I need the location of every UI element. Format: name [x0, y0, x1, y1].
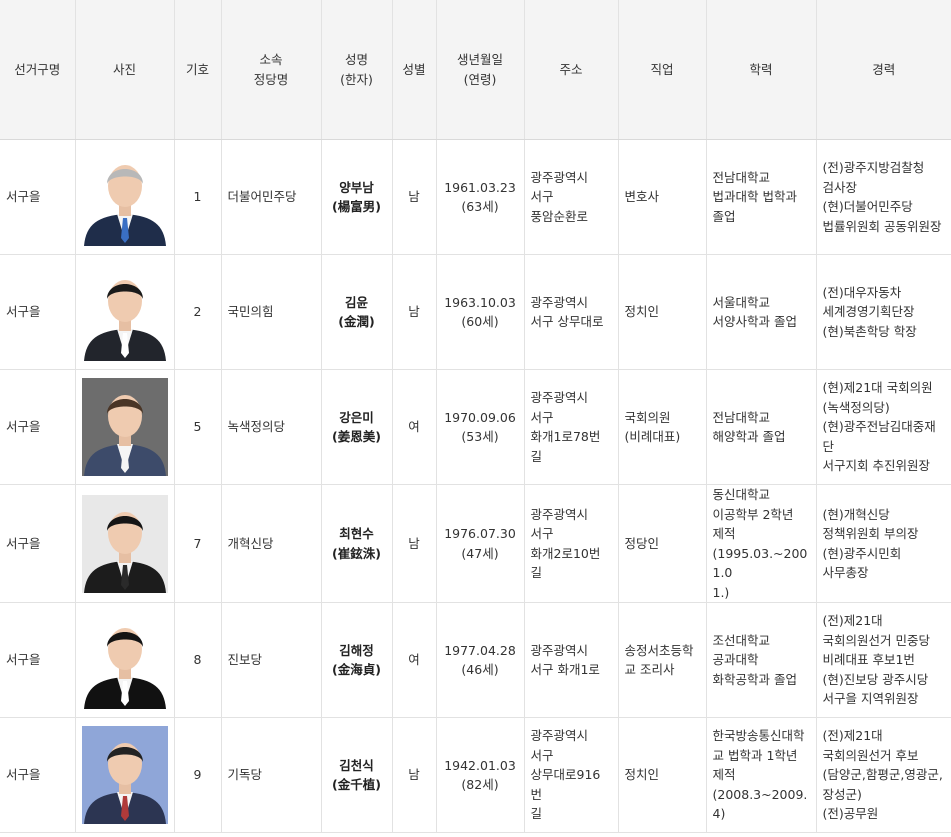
- gender-cell: 남: [392, 484, 437, 603]
- address-cell: 광주광역시 서구 화개1로: [524, 602, 619, 718]
- district-cell: 서구을: [0, 484, 76, 603]
- number-cell: 8: [174, 602, 222, 718]
- job-cell: 정당인: [618, 484, 707, 603]
- district-cell: 서구을: [0, 369, 76, 485]
- job-cell: 정치인: [618, 254, 707, 370]
- number-cell: 7: [174, 484, 222, 603]
- candidate-row: 서구을 1 더불어민주당 양부남 (楊富男) 남 1961.03.23 (63세…: [0, 139, 951, 255]
- education-cell: 서울대학교 서양사학과 졸업: [706, 254, 817, 370]
- photo-cell: [75, 139, 175, 255]
- district-cell: 서구을: [0, 254, 76, 370]
- party-cell: 더불어민주당: [221, 139, 322, 255]
- career-cell: (전)대우자동차 세계경영기획단장 (현)북촌학당 학장: [816, 254, 951, 370]
- header-birth: 생년월일 (연령): [436, 0, 525, 140]
- name-cell: 김해정 (金海貞): [321, 602, 393, 718]
- header-gender: 성별: [392, 0, 437, 140]
- education-cell: 조선대학교 공과대학 화학공학과 졸업: [706, 602, 817, 718]
- career-cell: (현)개혁신당 정책위원회 부의장 (현)광주시민회 사무총장: [816, 484, 951, 603]
- candidate-photo[interactable]: [81, 378, 168, 476]
- candidate-row: 서구을 2 국민의힘 김윤 (金潤) 남 1963.10.03 (60세) 광주…: [0, 254, 951, 370]
- name-cell: 김윤 (金潤): [321, 254, 393, 370]
- name-cell: 강은미 (姜恩美): [321, 369, 393, 485]
- portrait-image: [81, 611, 168, 709]
- district-cell: 서구을: [0, 602, 76, 718]
- header-photo: 사진: [75, 0, 175, 140]
- birth-cell: 1970.09.06 (53세): [436, 369, 525, 485]
- career-cell: (현)제21대 국회의원 (녹색정의당) (현)광주전남김대중재단 서구지회 추…: [816, 369, 951, 485]
- party-cell: 기독당: [221, 717, 322, 833]
- birth-cell: 1963.10.03 (60세): [436, 254, 525, 370]
- header-address: 주소: [524, 0, 619, 140]
- header-district: 선거구명: [0, 0, 76, 140]
- birth-cell: 1977.04.28 (46세): [436, 602, 525, 718]
- birth-cell: 1976.07.30 (47세): [436, 484, 525, 603]
- portrait-image: [81, 726, 168, 824]
- birth-cell: 1942.01.03 (82세): [436, 717, 525, 833]
- education-cell: 한국방송통신대학 교 법학과 1학년 제적 (2008.3~2009.4): [706, 717, 817, 833]
- name-cell: 최현수 (崔鉉洙): [321, 484, 393, 603]
- career-cell: (전)제21대 국회의원선거 민중당 비례대표 후보1번 (현)진보당 광주시당…: [816, 602, 951, 718]
- candidate-photo[interactable]: [81, 726, 168, 824]
- gender-cell: 여: [392, 369, 437, 485]
- gender-cell: 남: [392, 717, 437, 833]
- candidate-photo[interactable]: [81, 148, 168, 246]
- candidate-photo[interactable]: [81, 263, 168, 361]
- portrait-image: [81, 378, 168, 476]
- party-cell: 국민의힘: [221, 254, 322, 370]
- job-cell: 송정서초등학 교 조리사: [618, 602, 707, 718]
- address-cell: 광주광역시 서구 풍암순환로: [524, 139, 619, 255]
- job-cell: 국회의원 (비례대표): [618, 369, 707, 485]
- name-cell: 양부남 (楊富男): [321, 139, 393, 255]
- header-row: 선거구명 사진 기호 소속 정당명 성명 (한자) 성별 생년월일 (연령) 주…: [0, 0, 951, 140]
- party-cell: 개혁신당: [221, 484, 322, 603]
- gender-cell: 남: [392, 254, 437, 370]
- candidate-row: 서구을 7 개혁신당 최현수 (崔鉉洙) 남 1976.07.30 (47세) …: [0, 484, 951, 603]
- education-cell: 전남대학교 법과대학 법학과 졸업: [706, 139, 817, 255]
- header-name: 성명 (한자): [321, 0, 393, 140]
- party-cell: 녹색정의당: [221, 369, 322, 485]
- portrait-image: [81, 494, 168, 593]
- district-cell: 서구을: [0, 717, 76, 833]
- number-cell: 5: [174, 369, 222, 485]
- candidate-row: 서구을 9 기독당 김천식 (金千植) 남 1942.01.03 (82세) 광…: [0, 717, 951, 833]
- gender-cell: 여: [392, 602, 437, 718]
- job-cell: 정치인: [618, 717, 707, 833]
- header-career: 경력: [816, 0, 951, 140]
- career-cell: (전)광주지방검찰청 검사장 (현)더불어민주당 법률위원회 공동위원장: [816, 139, 951, 255]
- candidate-row: 서구을 8 진보당 김해정 (金海貞) 여 1977.04.28 (46세) 광…: [0, 602, 951, 718]
- number-cell: 1: [174, 139, 222, 255]
- photo-cell: [75, 254, 175, 370]
- party-cell: 진보당: [221, 602, 322, 718]
- photo-cell: [75, 484, 175, 603]
- birth-cell: 1961.03.23 (63세): [436, 139, 525, 255]
- header-education: 학력: [706, 0, 817, 140]
- education-cell: 전남대학교 해양학과 졸업: [706, 369, 817, 485]
- address-cell: 광주광역시 서구 화개1로78번길: [524, 369, 619, 485]
- address-cell: 광주광역시 서구 상무대로916번 길: [524, 717, 619, 833]
- header-number: 기호: [174, 0, 222, 140]
- gender-cell: 남: [392, 139, 437, 255]
- candidate-photo[interactable]: [81, 611, 168, 709]
- header-job: 직업: [618, 0, 707, 140]
- education-cell: 동신대학교 이공학부 2학년 제적 (1995.03.~2001.0 1.): [706, 484, 817, 603]
- candidate-photo[interactable]: [81, 494, 168, 593]
- candidate-row: 서구을 5 녹색정의당 강은미 (姜恩美) 여 1970.09.06 (53세)…: [0, 369, 951, 485]
- header-party: 소속 정당명: [221, 0, 322, 140]
- address-cell: 광주광역시 서구 화개2로10번길: [524, 484, 619, 603]
- portrait-image: [81, 148, 168, 246]
- number-cell: 2: [174, 254, 222, 370]
- portrait-image: [81, 263, 168, 361]
- photo-cell: [75, 602, 175, 718]
- address-cell: 광주광역시 서구 상무대로: [524, 254, 619, 370]
- career-cell: (전)제21대 국회의원선거 후보 (담양군,함평군,영광군, 장성군) (전)…: [816, 717, 951, 833]
- district-cell: 서구을: [0, 139, 76, 255]
- job-cell: 변호사: [618, 139, 707, 255]
- number-cell: 9: [174, 717, 222, 833]
- photo-cell: [75, 369, 175, 485]
- name-cell: 김천식 (金千植): [321, 717, 393, 833]
- photo-cell: [75, 717, 175, 833]
- candidate-table: 선거구명 사진 기호 소속 정당명 성명 (한자) 성별 생년월일 (연령) 주…: [0, 0, 951, 833]
